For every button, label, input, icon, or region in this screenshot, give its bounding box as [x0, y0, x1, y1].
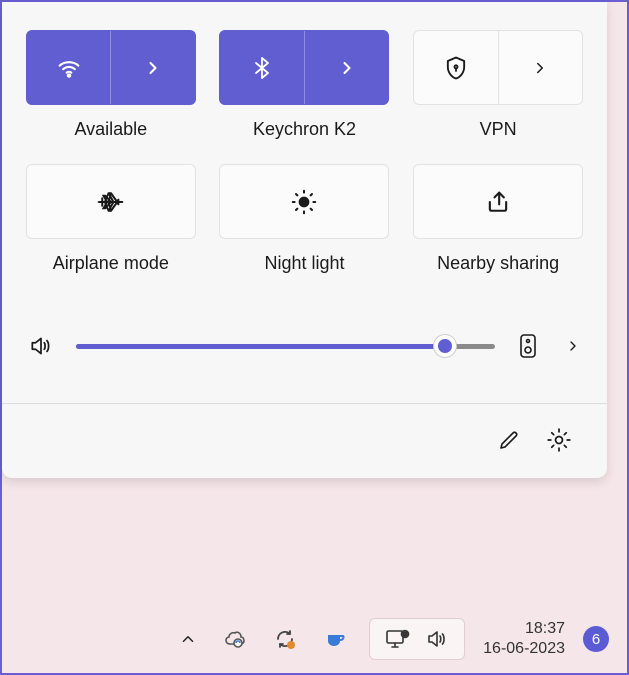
airplane-button[interactable] [26, 164, 196, 239]
bluetooth-toggle[interactable] [220, 31, 305, 104]
clock[interactable]: 18:37 16-06-2023 [483, 619, 565, 659]
wifi-expand[interactable] [111, 31, 195, 104]
windows-update-tray-icon[interactable] [269, 623, 301, 655]
pencil-icon [497, 428, 521, 452]
wifi-label: Available [74, 119, 147, 140]
volume-slider[interactable] [76, 336, 495, 356]
airplane-label: Airplane mode [53, 253, 169, 274]
edit-button[interactable] [489, 420, 529, 460]
cloud-sync-icon [223, 629, 247, 649]
nearby-sharing-tile: Nearby sharing [411, 164, 585, 274]
gear-icon [546, 427, 572, 453]
bluetooth-button[interactable] [219, 30, 389, 105]
tray-overflow-button[interactable] [175, 626, 201, 652]
chevron-right-icon [565, 338, 581, 354]
bluetooth-label: Keychron K2 [253, 119, 356, 140]
shield-lock-icon [442, 54, 470, 82]
share-icon [484, 188, 512, 216]
network-volume-tray[interactable] [369, 618, 465, 660]
vpn-button[interactable] [413, 30, 583, 105]
cup-icon [323, 627, 347, 651]
taskbar: 18:37 16-06-2023 6 [2, 605, 627, 673]
night-light-label: Night light [264, 253, 344, 274]
quick-settings-panel: Available Keychron K2 [2, 2, 607, 478]
brightness-icon [289, 187, 319, 217]
nearby-sharing-label: Nearby sharing [437, 253, 559, 274]
notification-badge[interactable]: 6 [583, 626, 609, 652]
date-text: 16-06-2023 [483, 639, 565, 659]
chevron-right-icon [531, 59, 549, 77]
system-tray: 18:37 16-06-2023 6 [175, 618, 609, 660]
audio-output-button[interactable] [513, 329, 543, 363]
volume-row [24, 329, 585, 363]
quick-settings-footer [24, 404, 585, 478]
airplane-tile: Airplane mode [24, 164, 198, 274]
vpn-tile: VPN [411, 30, 585, 140]
night-light-button[interactable] [219, 164, 389, 239]
bluetooth-tile: Keychron K2 [218, 30, 392, 140]
app-tray-icon[interactable] [319, 623, 351, 655]
speaker-device-icon [517, 333, 539, 359]
chevron-right-icon [143, 58, 163, 78]
wifi-tile: Available [24, 30, 198, 140]
settings-button[interactable] [539, 420, 579, 460]
vpn-label: VPN [480, 119, 517, 140]
time-text: 18:37 [483, 619, 565, 639]
volume-button[interactable] [24, 329, 58, 363]
vpn-expand[interactable] [499, 31, 583, 104]
audio-expand[interactable] [561, 334, 585, 358]
wifi-toggle[interactable] [27, 31, 112, 104]
vpn-toggle[interactable] [414, 31, 499, 104]
chevron-up-icon [179, 630, 197, 648]
night-light-tile: Night light [218, 164, 392, 274]
bluetooth-icon [250, 56, 274, 80]
bluetooth-expand[interactable] [305, 31, 389, 104]
chevron-right-icon [337, 58, 357, 78]
airplane-icon [96, 187, 126, 217]
network-icon [384, 627, 410, 651]
wifi-button[interactable] [26, 30, 196, 105]
onedrive-tray-icon[interactable] [219, 625, 251, 653]
nearby-sharing-button[interactable] [413, 164, 583, 239]
speaker-icon [424, 627, 450, 651]
speaker-icon [28, 333, 54, 359]
update-icon [273, 627, 297, 651]
wifi-icon [55, 54, 83, 82]
quick-settings-tiles: Available Keychron K2 [24, 30, 585, 274]
